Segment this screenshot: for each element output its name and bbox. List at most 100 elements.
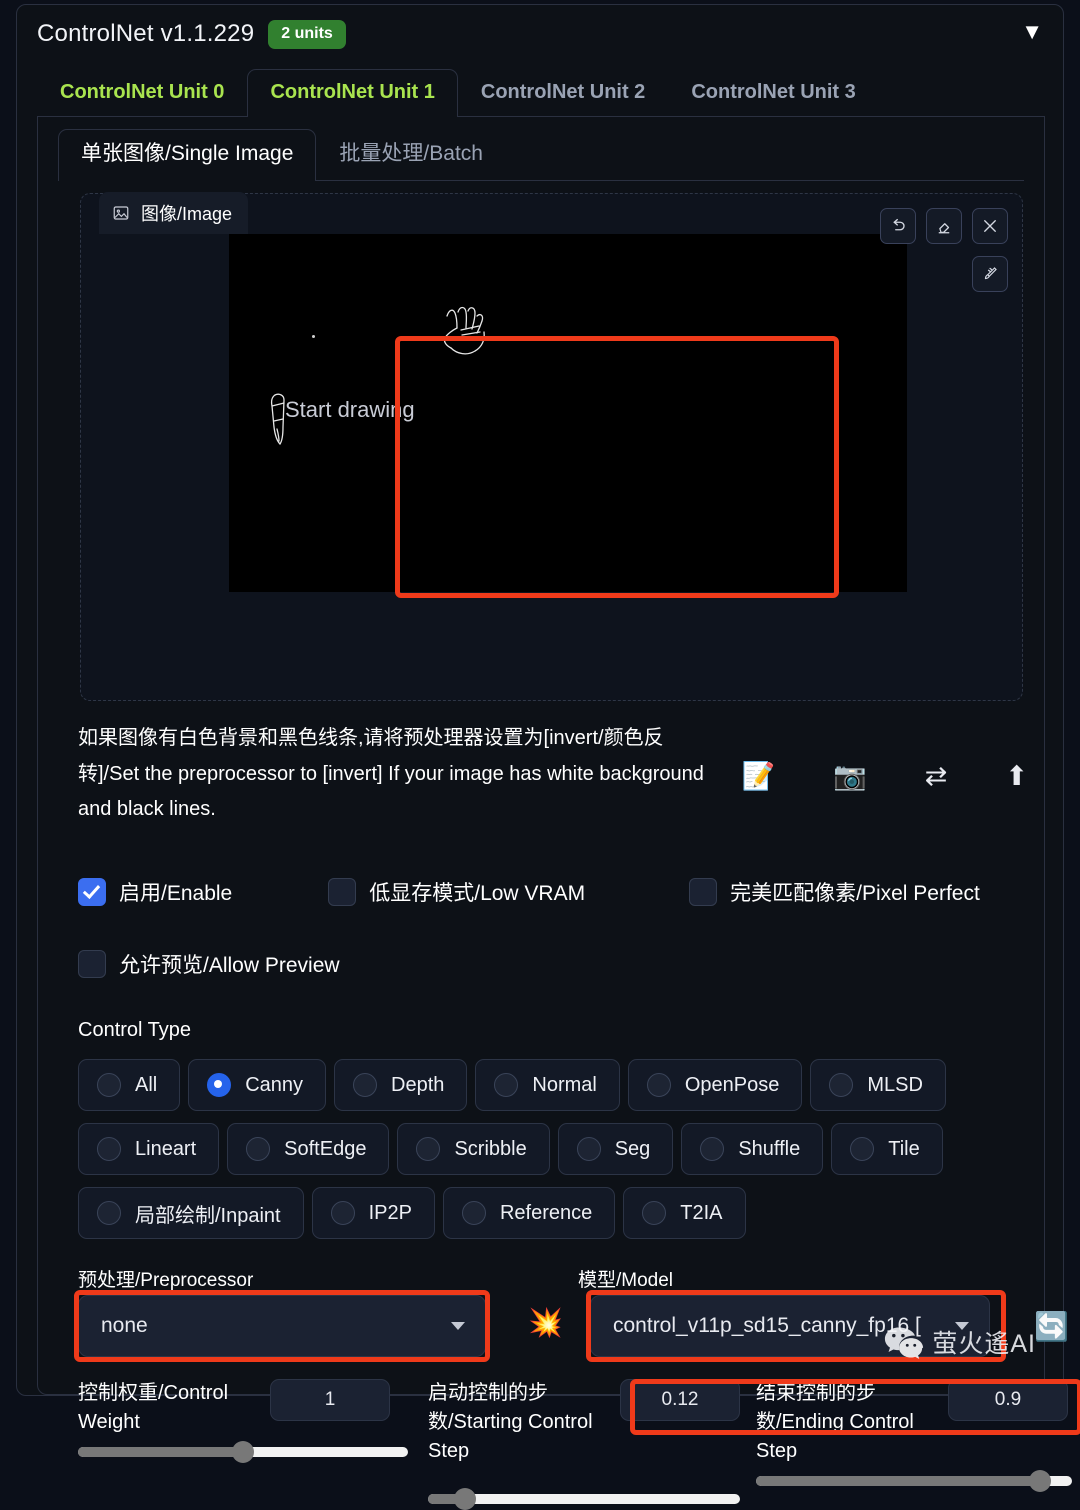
image-drop-panel[interactable]: 图像/Image Start drawing <box>80 192 1023 701</box>
preprocessor-hint: 如果图像有白色背景和黑色线条,请将预处理器设置为[invert/颜色反转]/Se… <box>78 721 1028 828</box>
control-type-t2ia[interactable]: T2IA <box>623 1187 746 1239</box>
control-type-all[interactable]: All <box>78 1059 181 1111</box>
checkbox-enable[interactable]: 启用/Enable <box>78 877 232 907</box>
slider-control-weight-label: 控制权重/Control Weight <box>78 1382 229 1433</box>
radio-icon <box>330 1201 355 1225</box>
control-type-ip2p[interactable]: IP2P <box>311 1187 435 1239</box>
checkbox-pixel-perfect-box <box>689 878 718 906</box>
radio-icon <box>576 1137 601 1161</box>
sketch-dot <box>312 335 315 338</box>
control-type-label-scribble: Scribble <box>454 1137 527 1160</box>
control-type-mlsd[interactable]: MLSD <box>810 1059 946 1111</box>
radio-icon <box>646 1073 671 1097</box>
checkbox-allow-preview-box <box>78 950 106 978</box>
unit-body: 单张图像/Single Image 批量处理/Batch 图像/Image St… <box>37 117 1080 1510</box>
control-type-label-normal: Normal <box>532 1073 597 1096</box>
tab-batch[interactable]: 批量处理/Batch <box>316 129 506 180</box>
controlnet-panel: ControlNet v1.1.229 2 units ▼ ControlNet… <box>0 0 1080 1510</box>
slider-starting-control-step-track[interactable] <box>428 1488 740 1510</box>
image-tab[interactable]: 图像/Image <box>99 192 249 234</box>
checkbox-low-vram-label: 低显存模式/Low VRAM <box>369 882 586 905</box>
tab-controlnet-unit-3[interactable]: ControlNet Unit 3 <box>668 69 878 116</box>
control-type-seg[interactable]: Seg <box>557 1123 674 1175</box>
chevron-down-icon[interactable]: ▼ <box>1021 21 1043 47</box>
control-type-reference[interactable]: Reference <box>442 1187 616 1239</box>
tab-single-image[interactable]: 单张图像/Single Image <box>58 129 317 182</box>
control-type-softedge[interactable]: SoftEdge <box>227 1123 390 1175</box>
control-type-label: Control Type <box>78 1019 192 1041</box>
slider-starting-control-step-label: 启动控制的步数/Starting Control Step <box>428 1382 593 1462</box>
units-badge: 2 units <box>268 19 346 49</box>
control-type-label-all: All <box>135 1073 158 1096</box>
checkbox-enable-label: 启用/Enable <box>119 882 233 905</box>
option-row-primary: 启用/Enable 低显存模式/Low VRAM 完美匹配像素/Pixel Pe… <box>78 877 1024 907</box>
slider-starting-control-step-head: 启动控制的步数/Starting Control Step 0.12 <box>428 1379 740 1466</box>
preprocessor-value: none <box>101 1314 148 1337</box>
drawing-canvas[interactable]: Start drawing <box>229 234 907 592</box>
radio-icon <box>461 1201 486 1225</box>
panel-frame: ControlNet v1.1.229 2 units ▼ ControlNet… <box>16 4 1080 1510</box>
chevron-down-icon <box>451 1322 465 1330</box>
control-type-lineart[interactable]: Lineart <box>78 1123 220 1175</box>
control-type-canny[interactable]: Canny <box>188 1059 327 1111</box>
slider-ending-control-step-value[interactable]: 0.9 <box>948 1379 1068 1421</box>
slider-starting-control-step-value[interactable]: 0.12 <box>620 1379 740 1421</box>
radio-icon <box>700 1137 725 1161</box>
slider-knob[interactable] <box>1029 1470 1052 1492</box>
control-type-label-depth: Depth <box>391 1073 445 1096</box>
radio-icon <box>494 1073 519 1097</box>
radio-icon <box>416 1137 441 1161</box>
edit-icon[interactable]: 📝 <box>742 763 776 790</box>
preprocessor-dropdown[interactable]: none <box>78 1295 486 1357</box>
slider-knob[interactable] <box>454 1488 477 1510</box>
control-type-inpaint[interactable]: 局部绘制/Inpaint <box>78 1187 304 1239</box>
tab-controlnet-unit-2[interactable]: ControlNet Unit 2 <box>458 69 668 116</box>
control-type-depth[interactable]: Depth <box>334 1059 468 1111</box>
control-type-tile[interactable]: Tile <box>831 1123 943 1175</box>
brush-icon[interactable] <box>972 256 1008 292</box>
control-type-scribble[interactable]: Scribble <box>397 1123 550 1175</box>
accordion-header[interactable]: ControlNet v1.1.229 2 units ▼ <box>17 5 1063 63</box>
slider-starting-control-step: 启动控制的步数/Starting Control Step 0.12 <box>410 1379 740 1510</box>
checkbox-pixel-perfect[interactable]: 完美匹配像素/Pixel Perfect <box>689 877 980 907</box>
close-icon[interactable] <box>972 208 1008 244</box>
tab-controlnet-unit-1[interactable]: ControlNet Unit 1 <box>247 69 458 117</box>
slider-control-weight-track[interactable] <box>78 1441 408 1463</box>
radio-icon <box>207 1073 232 1097</box>
model-value: control_v11p_sd15_canny_fp16 [ <box>613 1314 921 1337</box>
preprocessor-label: 预处理/Preprocessor <box>78 1270 254 1291</box>
model-dropdown[interactable]: control_v11p_sd15_canny_fp16 [ <box>590 1295 990 1357</box>
checkbox-low-vram-box <box>328 878 357 906</box>
control-type-label-softedge: SoftEdge <box>284 1137 367 1160</box>
upload-icon[interactable]: ⬆ <box>1005 763 1028 790</box>
hint-text: 如果图像有白色背景和黑色线条,请将预处理器设置为[invert/颜色反转]/Se… <box>78 727 704 821</box>
swap-icon[interactable]: ⇄ <box>925 763 948 790</box>
hand-sketch-icon <box>443 306 485 355</box>
slider-ending-control-step-track[interactable] <box>756 1470 1072 1492</box>
checkbox-allow-preview[interactable]: 允许预览/Allow Preview <box>78 949 340 979</box>
control-type-label-openpose: OpenPose <box>684 1073 780 1096</box>
slider-fill <box>78 1447 243 1457</box>
checkbox-low-vram[interactable]: 低显存模式/Low VRAM <box>328 877 585 907</box>
slider-knob[interactable] <box>232 1441 254 1463</box>
control-type-normal[interactable]: Normal <box>475 1059 620 1111</box>
slider-control-weight-value[interactable]: 1 <box>270 1379 390 1421</box>
tab-controlnet-unit-0[interactable]: ControlNet Unit 0 <box>37 69 247 116</box>
hint-icon-group: 📝 📷 ⇄ ⬆ <box>742 763 1029 790</box>
control-type-openpose[interactable]: OpenPose <box>627 1059 803 1111</box>
unit-tabs: ControlNet Unit 0 ControlNet Unit 1 Cont… <box>37 65 1045 117</box>
image-source-tabs: 单张图像/Single Image 批量处理/Batch <box>58 129 1024 182</box>
undo-icon[interactable] <box>880 208 916 244</box>
control-type-shuffle[interactable]: Shuffle <box>681 1123 824 1175</box>
radio-icon <box>97 1137 121 1161</box>
control-type-label-seg: Seg <box>614 1137 651 1160</box>
radio-icon <box>97 1201 121 1225</box>
control-type-label-mlsd: MLSD <box>867 1073 923 1096</box>
model-label: 模型/Model <box>578 1270 674 1291</box>
eraser-icon[interactable] <box>926 208 962 244</box>
camera-icon[interactable]: 📷 <box>833 763 867 790</box>
refresh-icon[interactable]: 🔄 <box>1034 1313 1069 1341</box>
slider-fill <box>756 1476 1041 1486</box>
radio-icon <box>246 1137 271 1161</box>
radio-icon <box>850 1137 875 1161</box>
